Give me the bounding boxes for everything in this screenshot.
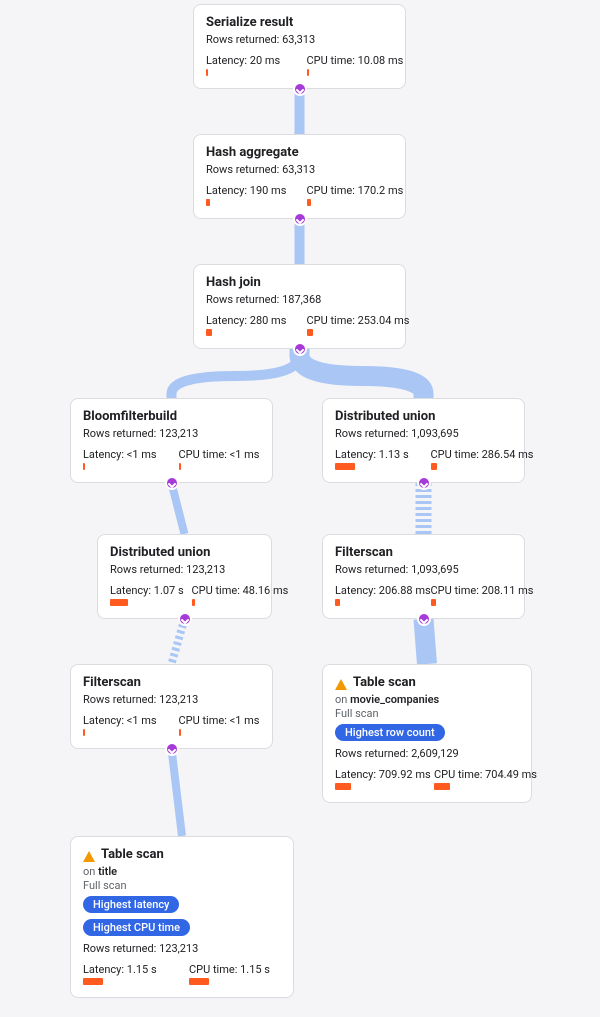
node-scan-type: Full scan [335, 707, 519, 720]
rows-returned: Rows returned: 63,313 [206, 163, 393, 176]
cpu-metric: CPU time: 704.49 ms [434, 768, 519, 790]
rows-returned: Rows returned: 123,213 [83, 693, 260, 706]
plan-node-du_left[interactable]: Distributed union Rows returned: 123,213 L… [97, 534, 272, 619]
rows-returned: Rows returned: 123,213 [110, 563, 259, 576]
cpu-metric: CPU time: 170.2 ms [307, 184, 394, 206]
cpu-metric: CPU time: 1.15 s [189, 963, 281, 985]
node-title: Hash join [206, 275, 393, 290]
collapse-toggle[interactable] [293, 212, 307, 226]
plan-node-fs_left[interactable]: Filterscan Rows returned: 123,213 Latency:… [70, 664, 273, 749]
cpu-metric: CPU time: 10.08 ms [307, 54, 394, 76]
latency-metric: Latency: 1.07 s [110, 584, 178, 606]
node-title: Bloomfilterbuild [83, 409, 260, 424]
cpu-metric: CPU time: 48.16 ms [192, 584, 260, 606]
warning-icon [335, 679, 347, 690]
plan-node-hashagg[interactable]: Hash aggregate Rows returned: 63,313 Laten… [193, 134, 406, 219]
cpu-metric: CPU time: 286.54 ms [431, 448, 513, 470]
node-title: Serialize result [206, 15, 393, 30]
node-title: Filterscan [83, 675, 260, 690]
rows-returned: Rows returned: 2,609,129 [335, 747, 519, 760]
node-title: Distributed union [110, 545, 259, 560]
plan-node-hashjoin[interactable]: Hash join Rows returned: 187,368 Latency: … [193, 264, 406, 349]
badge: Highest CPU time [83, 919, 190, 936]
query-plan-graph: Serialize result Rows returned: 63,313 Lat… [0, 0, 600, 1017]
collapse-toggle[interactable] [293, 342, 307, 356]
node-title: Filterscan [335, 545, 512, 560]
node-tags: Highest row count [335, 724, 519, 741]
plan-node-ts_right[interactable]: Table scan on movie_companiesFull scan Hig… [322, 664, 532, 803]
rows-returned: Rows returned: 123,213 [83, 427, 260, 440]
cpu-metric: CPU time: 253.04 ms [307, 314, 394, 336]
node-scan-type: Full scan [83, 879, 281, 892]
cpu-metric: CPU time: 208.11 ms [431, 584, 513, 606]
node-title: Table scan [353, 675, 416, 690]
rows-returned: Rows returned: 1,093,695 [335, 563, 512, 576]
node-title: Distributed union [335, 409, 512, 424]
collapse-toggle[interactable] [293, 82, 307, 96]
warning-icon [83, 851, 95, 862]
node-table: on movie_companies [335, 693, 519, 706]
latency-metric: Latency: <1 ms [83, 714, 165, 736]
badge: Highest latency [83, 896, 179, 913]
rows-returned: Rows returned: 1,093,695 [335, 427, 512, 440]
node-title: Table scan [101, 847, 164, 862]
badge: Highest row count [335, 724, 445, 741]
collapse-toggle[interactable] [417, 476, 431, 490]
node-title: Hash aggregate [206, 145, 393, 160]
plan-node-serialize[interactable]: Serialize result Rows returned: 63,313 Lat… [193, 4, 406, 89]
plan-node-bloom[interactable]: Bloomfilterbuild Rows returned: 123,213 La… [70, 398, 273, 483]
rows-returned: Rows returned: 187,368 [206, 293, 393, 306]
latency-metric: Latency: 709.92 ms [335, 768, 420, 790]
latency-metric: Latency: <1 ms [83, 448, 165, 470]
latency-metric: Latency: 1.15 s [83, 963, 175, 985]
plan-node-du_right[interactable]: Distributed union Rows returned: 1,093,69… [322, 398, 525, 483]
node-tags: Highest latency Highest CPU time [83, 896, 281, 936]
collapse-toggle[interactable] [178, 612, 192, 626]
cpu-metric: CPU time: <1 ms [179, 448, 261, 470]
plan-node-ts_left[interactable]: Table scan on titleFull scan Highest laten… [70, 836, 294, 998]
latency-metric: Latency: 280 ms [206, 314, 293, 336]
latency-metric: Latency: 20 ms [206, 54, 293, 76]
nodes-layer: Serialize result Rows returned: 63,313 Lat… [0, 0, 600, 1017]
rows-returned: Rows returned: 63,313 [206, 33, 393, 46]
latency-metric: Latency: 1.13 s [335, 448, 417, 470]
rows-returned: Rows returned: 123,213 [83, 942, 281, 955]
latency-metric: Latency: 190 ms [206, 184, 293, 206]
plan-node-fs_right[interactable]: Filterscan Rows returned: 1,093,695 Latenc… [322, 534, 525, 619]
collapse-toggle[interactable] [417, 612, 431, 626]
node-table: on title [83, 865, 281, 878]
latency-metric: Latency: 206.88 ms [335, 584, 417, 606]
collapse-toggle[interactable] [165, 476, 179, 490]
collapse-toggle[interactable] [165, 742, 179, 756]
cpu-metric: CPU time: <1 ms [179, 714, 261, 736]
